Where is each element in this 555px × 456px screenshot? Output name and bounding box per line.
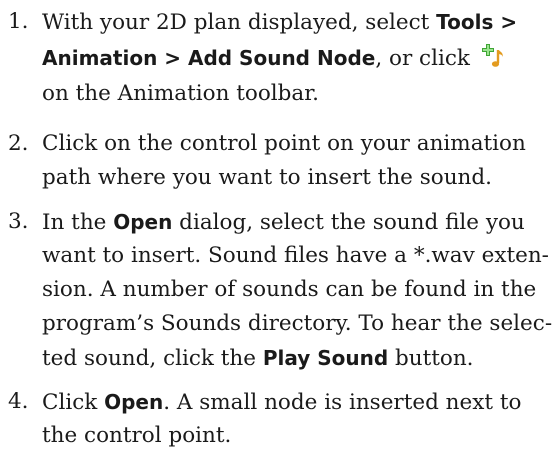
step-4-line-1: Click Open. A small node is inserted nex… [42,384,521,421]
text: dialog, select the sound file you [172,210,525,235]
text: ted sound, click the [42,346,263,371]
text: button. [388,346,474,371]
step-number: 4. [8,389,29,414]
button-name-open: Open [104,390,164,414]
step-1-line-3: on the Animation toolbar. [42,81,320,106]
menu-path-add-sound-node: Animation > Add Sound Node [42,46,376,70]
text: With your 2D plan displayed, select [42,10,437,35]
step-2-line-1: Click on the control point on your anima… [42,131,526,156]
text: . A small node is inserted next to [163,390,522,415]
text: Click [42,390,105,415]
step-1-line-1: With your 2D plan displayed, select Tool… [42,4,517,41]
step-3-line-1: In the Open dialog, select the sound fil… [42,204,525,241]
step-2-line-2: path where you want to insert the sound. [42,165,492,190]
step-3-line-3: sion. A number of sounds can be found in… [42,277,537,302]
text: In the [42,210,114,235]
step-3-line-5: ted sound, click the Play Sound button. [42,340,474,377]
dialog-name-open: Open [113,210,173,234]
step-4-line-2: the control point. [42,423,232,448]
step-number: 3. [8,209,29,234]
instruction-steps: 1. With your 2D plan displayed, select T… [0,0,555,456]
add-sound-node-icon [481,44,507,70]
step-3-line-2: want to insert. Sound files have a *.wav… [42,243,549,268]
button-name-play-sound: Play Sound [262,346,389,370]
step-3-line-4: program’s Sounds directory. To hear the … [42,311,553,336]
menu-path-tools: Tools > [436,10,518,34]
step-number: 2. [8,131,29,156]
step-number: 1. [8,9,29,34]
text: , or click [375,46,477,71]
step-1-line-2: Animation > Add Sound Node, or click [42,40,507,77]
